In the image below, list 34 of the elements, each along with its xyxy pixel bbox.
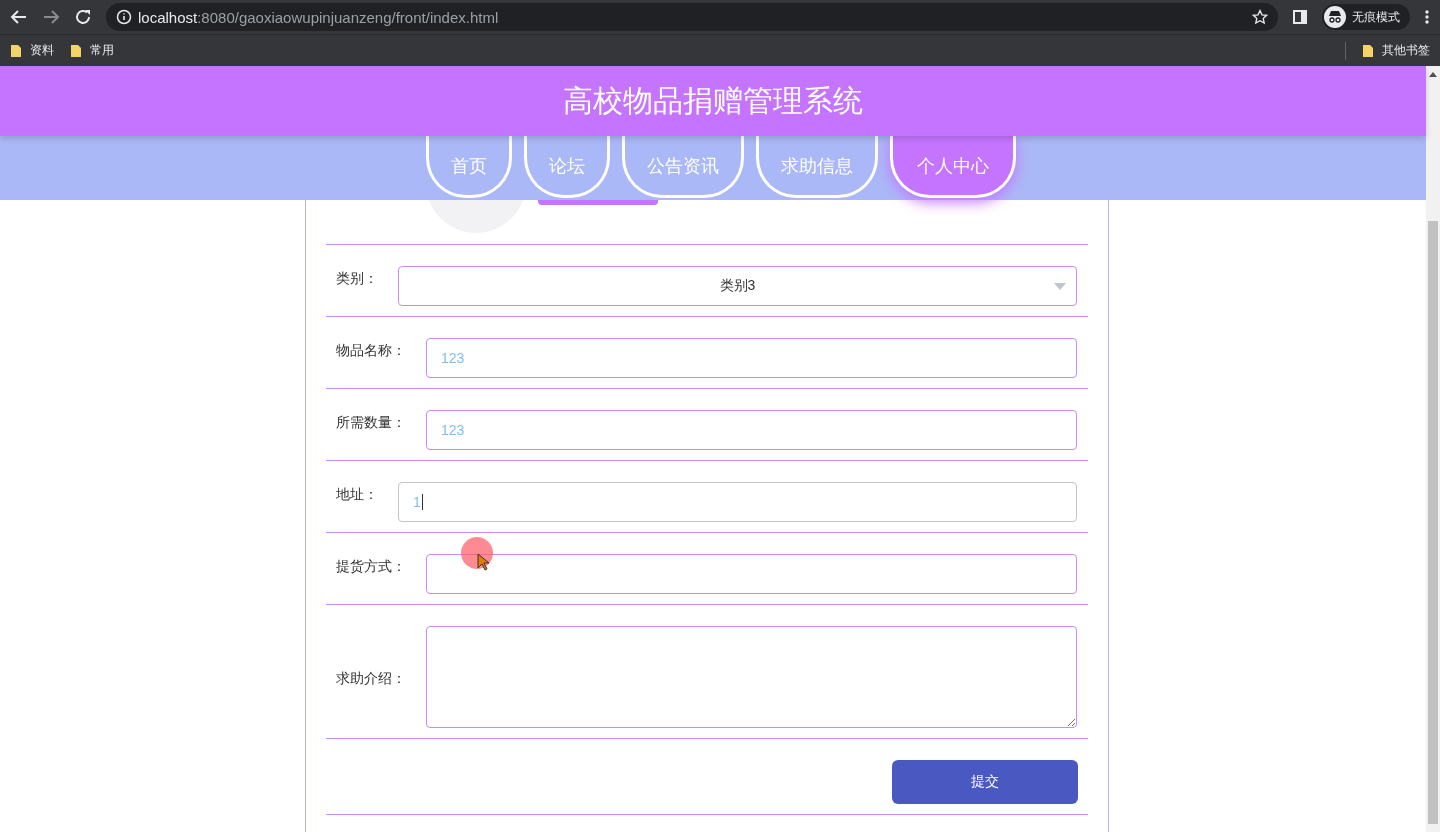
field-label: 提货方式： [336,557,406,576]
scroll-up-icon[interactable] [1429,72,1437,77]
submit-button[interactable]: 提交 [892,760,1078,804]
folder-icon [1362,43,1374,58]
incognito-icon [1324,6,1346,28]
address-bar[interactable]: localhost:8080/gaoxiaowupinjuanzeng/front/index.html [106,3,1278,31]
side-panel-icon[interactable] [1292,9,1308,25]
forward-icon[interactable] [42,8,60,26]
field-label: 求助介绍： [336,669,406,688]
caret-icon [1054,283,1066,290]
back-icon[interactable] [10,8,28,26]
reload-icon[interactable] [74,8,92,26]
resize-grip-icon [1067,718,1075,726]
folder-icon [10,43,22,58]
more-icon[interactable] [1424,9,1430,25]
field-label: 类别： [336,269,378,288]
field-label: 所需数量： [336,413,406,432]
site-title: 高校物品捐赠管理系统 [563,82,863,119]
bookmark-item[interactable]: 其他书签 [1362,42,1430,59]
category-select[interactable]: 类别3 [398,266,1077,306]
star-icon[interactable] [1252,9,1268,25]
url-text: localhost:8080/gaoxiaowupinjuanzeng/front/index.html [138,8,500,26]
field-label: 地址： [336,485,378,504]
nav-tab[interactable]: 个人中心 [890,136,1016,198]
bookmark-item[interactable]: 资料 [10,42,54,59]
input-field[interactable]: 123 [426,338,1077,378]
cursor-arrow-icon [477,553,491,571]
bookmark-item[interactable]: 常用 [70,42,114,59]
input-field[interactable]: 1 [398,482,1077,522]
field-label: 物品名称： [336,341,406,360]
input-field[interactable]: 123 [426,410,1077,450]
incognito-chip[interactable]: 无痕模式 [1322,4,1410,30]
info-icon[interactable] [116,9,132,25]
folder-icon [70,43,82,58]
